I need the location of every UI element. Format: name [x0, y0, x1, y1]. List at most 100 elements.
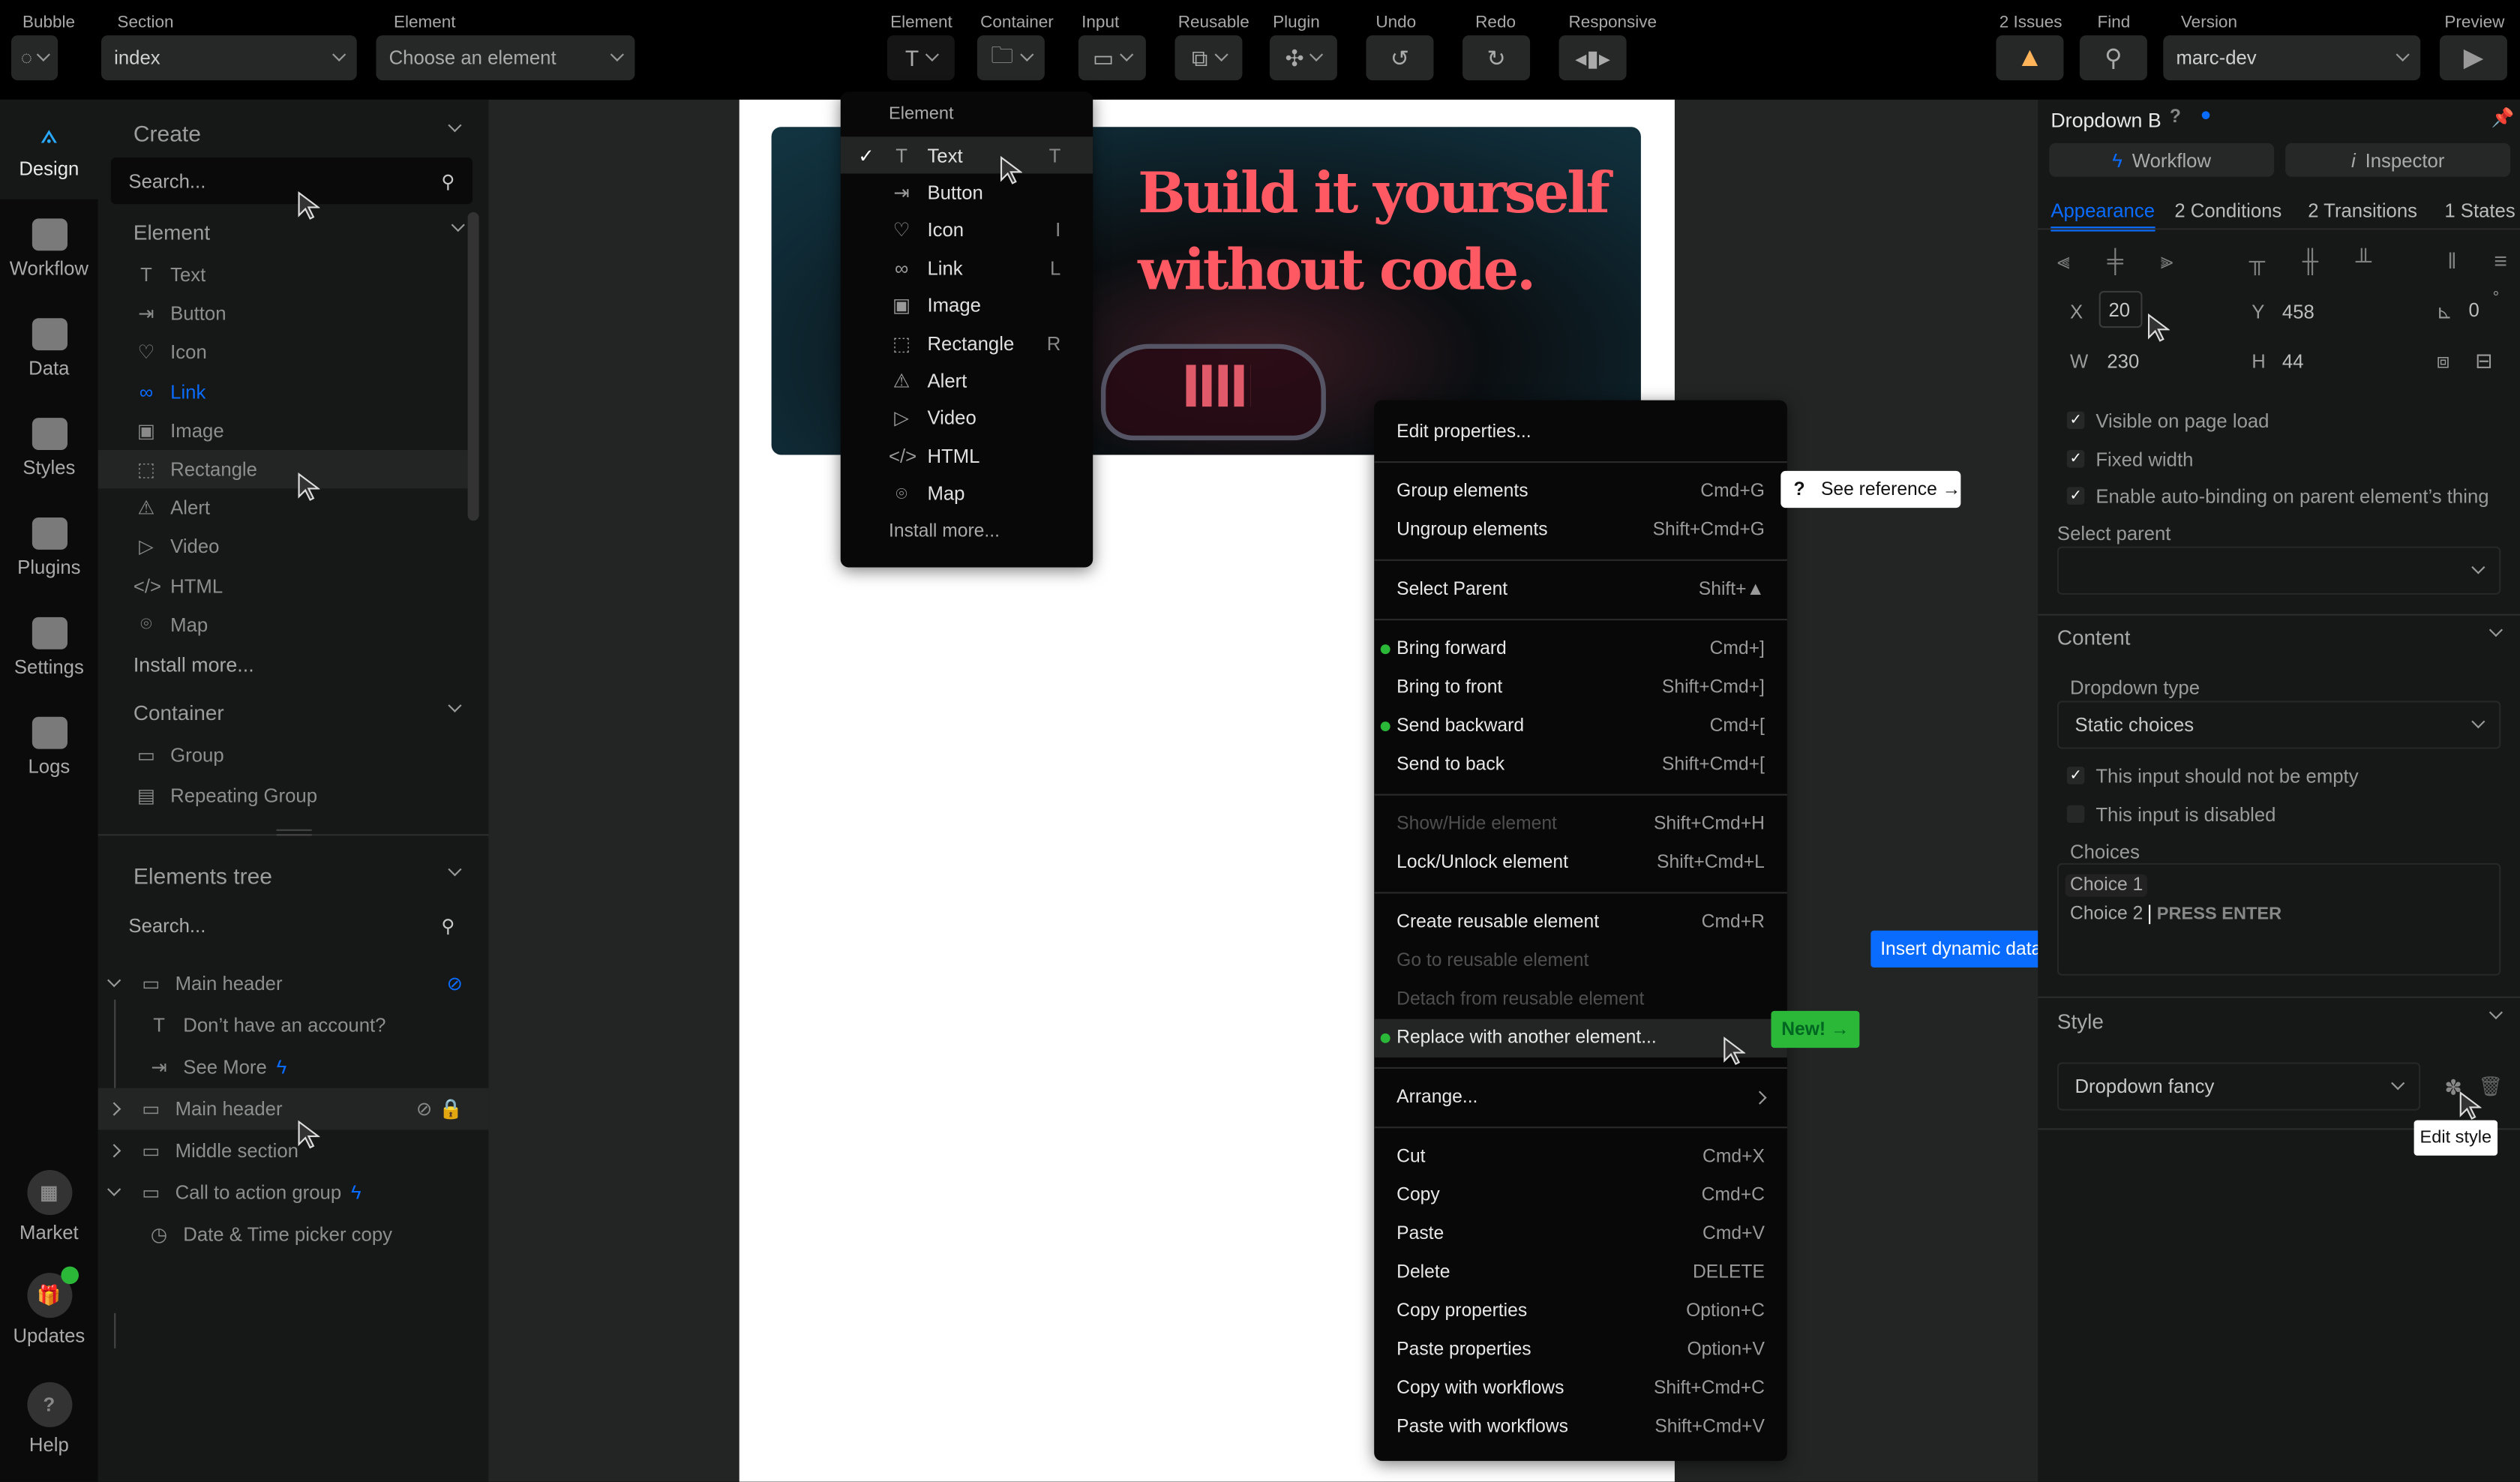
dropdown-type-select[interactable]: Static choices: [2056, 700, 2501, 749]
tree-row[interactable]: ⇥ See More ϟ: [146, 1048, 516, 1086]
tool-redo-button[interactable]: ↻: [1462, 35, 1531, 81]
rail-item-market[interactable]: ▦ Market: [0, 1170, 98, 1244]
create-item-icon[interactable]: ♡ Icon: [134, 333, 471, 371]
insert-dynamic-data-button[interactable]: Insert dynamic data›|: [1870, 930, 2066, 968]
element-menu-item-image[interactable]: ▣ Image: [841, 287, 1093, 325]
rail-item-updates[interactable]: 🎁 Updates: [0, 1266, 98, 1347]
element-menu-item-text[interactable]: ✓ T Text T: [840, 136, 1094, 175]
comment-icon[interactable]: ●: [2200, 106, 2212, 125]
element-select[interactable]: Choose an element: [376, 35, 635, 81]
section-select[interactable]: index: [101, 35, 357, 81]
rail-item-settings[interactable]: Settings: [0, 598, 98, 698]
y-input[interactable]: 458: [2282, 301, 2314, 323]
create-item-link[interactable]: ∞ Link: [134, 372, 471, 410]
context-menu-item[interactable]: Bring to front Shift+Cmd+]: [1374, 668, 1787, 706]
context-menu-item[interactable]: Copy properties Option+C: [1374, 1292, 1787, 1330]
create-item-group[interactable]: ▭ Group: [134, 736, 471, 774]
context-menu-item[interactable]: Copy Cmd+C: [1374, 1177, 1787, 1215]
chevron-down-icon[interactable]: [2488, 1005, 2504, 1020]
context-menu-item[interactable]: Group elements Cmd+G: [1374, 472, 1787, 511]
chevron-down-icon[interactable]: [448, 698, 462, 712]
rail-item-data[interactable]: Data: [0, 299, 98, 399]
checkbox[interactable]: ✓: [2066, 448, 2085, 467]
rail-item-styles[interactable]: Styles: [0, 398, 98, 498]
context-menu-item[interactable]: Paste Cmd+V: [1374, 1215, 1787, 1253]
eye-hidden-icon[interactable]: ⊘: [447, 972, 464, 994]
tab-transitions[interactable]: 2 Transitions: [2308, 200, 2417, 226]
new-badge[interactable]: New! →: [1771, 1010, 1860, 1048]
width-input[interactable]: 230: [2107, 350, 2139, 373]
install-more-link[interactable]: Install more...: [134, 654, 254, 676]
chevron-down-icon[interactable]: [2488, 622, 2504, 638]
context-menu-item[interactable]: Create reusable element Cmd+R: [1374, 903, 1787, 941]
context-menu-item[interactable]: Arrange...: [1374, 1078, 1787, 1117]
fit-width-icon[interactable]: ⊟: [2475, 349, 2492, 374]
context-menu-item[interactable]: Bring forward Cmd+]: [1374, 630, 1787, 668]
bubble-menu-button[interactable]: ◌: [11, 35, 58, 81]
context-menu-item[interactable]: Edit properties...: [1374, 413, 1787, 452]
resize-handle[interactable]: [276, 829, 312, 836]
context-menu-item[interactable]: Lock/Unlock element Shift+Cmd+L: [1374, 844, 1787, 882]
context-menu-item[interactable]: Cut Cmd+X: [1374, 1138, 1787, 1176]
help-icon[interactable]: ?: [2170, 108, 2181, 128]
checkbox[interactable]: ✓: [2066, 411, 2085, 430]
tree-row[interactable]: ◷ Date & Time picker copy: [146, 1215, 516, 1253]
tab-appearance[interactable]: Appearance: [2050, 200, 2156, 232]
context-menu-item[interactable]: Paste properties Option+V: [1374, 1330, 1787, 1369]
distribute-vertical-icon[interactable]: ≡: [2494, 248, 2507, 274]
tool-container-button[interactable]: 🗀: [976, 35, 1045, 81]
height-input[interactable]: 44: [2282, 350, 2304, 373]
tool-responsive-button[interactable]: ◂▮▸: [1558, 35, 1627, 81]
rail-item-design[interactable]: ⟑ Design: [0, 99, 98, 200]
chevron-down-icon[interactable]: [448, 862, 462, 877]
tree-row[interactable]: ▭ Middle section: [106, 1132, 476, 1170]
create-item-map[interactable]: ⌾ Map: [134, 605, 471, 644]
distribute-horizontal-icon[interactable]: ‖: [2447, 248, 2456, 274]
tree-row[interactable]: ▭ Call to action group ϟ: [106, 1173, 476, 1211]
chevron-right-icon[interactable]: [107, 1144, 122, 1158]
rail-item-plugins[interactable]: Plugins: [0, 498, 98, 598]
align-center-icon[interactable]: ╪: [2108, 248, 2123, 274]
see-reference-button[interactable]: ? See reference →: [1780, 470, 1961, 508]
chevron-down-icon[interactable]: [451, 218, 465, 232]
lock-icon[interactable]: 🔒: [439, 1098, 463, 1120]
chevron-down-icon[interactable]: [448, 118, 462, 133]
version-select[interactable]: marc-dev: [2163, 35, 2421, 81]
element-menu-item-button[interactable]: ⇥ Button: [841, 174, 1093, 212]
issues-button[interactable]: ▲: [1996, 35, 2064, 81]
fit-height-icon[interactable]: ⧈: [2437, 349, 2450, 374]
find-button[interactable]: ⚲: [2079, 35, 2147, 81]
element-menu-item-alert[interactable]: ⚠ Alert: [841, 362, 1093, 400]
checkbox[interactable]: [2066, 805, 2085, 824]
checkbox[interactable]: ✓: [2066, 766, 2085, 784]
rail-item-help[interactable]: ? Help: [0, 1382, 98, 1456]
create-search-input[interactable]: Search... ⚲: [110, 158, 473, 205]
tool-element-button[interactable]: T: [886, 35, 955, 81]
align-right-icon[interactable]: ⫸: [2161, 248, 2174, 274]
chevron-down-icon[interactable]: [107, 1182, 122, 1196]
workflow-button[interactable]: ϟ Workflow: [2049, 142, 2275, 177]
chevron-down-icon[interactable]: [107, 974, 122, 988]
tool-reusable-button[interactable]: ⧉: [1174, 35, 1243, 81]
create-item-html[interactable]: </> HTML: [134, 567, 471, 605]
rail-item-logs[interactable]: Logs: [0, 698, 98, 797]
context-menu-item[interactable]: Select Parent Shift+▲: [1374, 571, 1787, 609]
element-menu-item-html[interactable]: </> HTML: [841, 437, 1093, 475]
checkbox[interactable]: ✓: [2066, 487, 2085, 505]
element-menu-item-icon[interactable]: ♡ Icon I: [841, 212, 1093, 249]
choices-textarea[interactable]: Choice 1 Choice 2 PRESS ENTER: [2056, 862, 2501, 976]
tool-plugin-button[interactable]: ✣: [1269, 35, 1337, 81]
context-menu-item[interactable]: Paste with workflows Shift+Cmd+V: [1374, 1408, 1787, 1446]
element-menu-item-link[interactable]: ∞ Link L: [841, 250, 1093, 287]
context-menu-item[interactable]: Delete DELETE: [1374, 1253, 1787, 1292]
chevron-right-icon[interactable]: [107, 1102, 122, 1116]
context-menu-item[interactable]: Send backward Cmd+[: [1374, 707, 1787, 746]
align-bottom-icon[interactable]: ╨: [2356, 248, 2372, 274]
tree-row[interactable]: ▭ Main header ⊘ 🔒: [106, 1090, 476, 1128]
tab-states[interactable]: 1 States: [2444, 200, 2515, 226]
preview-button[interactable]: ▶: [2439, 35, 2507, 81]
align-middle-icon[interactable]: ╫: [2302, 248, 2318, 274]
create-item-video[interactable]: ▷ Video: [134, 528, 471, 566]
install-more-link[interactable]: Install more...: [841, 512, 1093, 550]
tool-undo-button[interactable]: ↺: [1366, 35, 1434, 81]
